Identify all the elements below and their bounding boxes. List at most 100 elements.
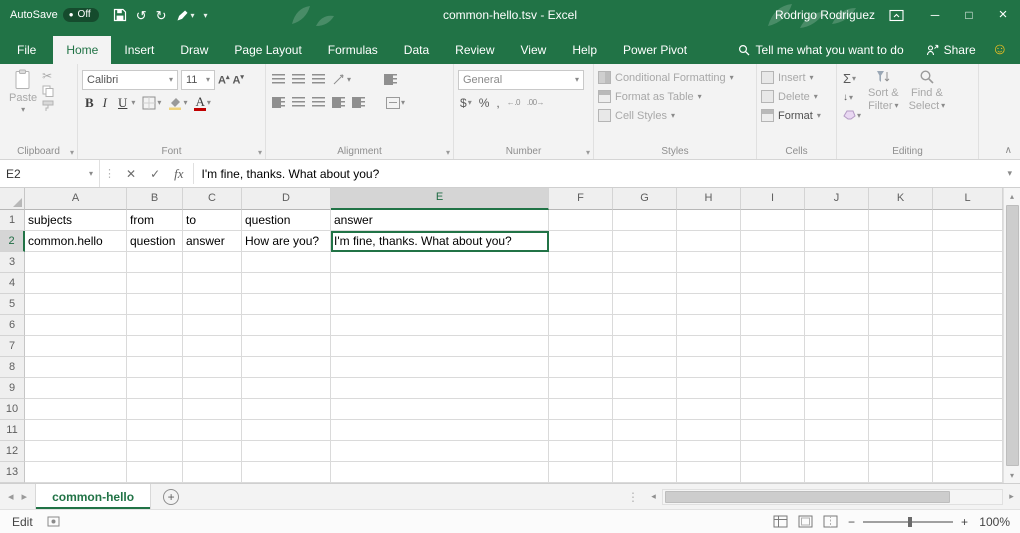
cell-J11[interactable] bbox=[805, 420, 869, 441]
cell-D10[interactable] bbox=[242, 399, 331, 420]
cell-J4[interactable] bbox=[805, 273, 869, 294]
cell-D12[interactable] bbox=[242, 441, 331, 462]
column-header-B[interactable]: B bbox=[127, 188, 183, 210]
cell-C5[interactable] bbox=[183, 294, 242, 315]
cell-G13[interactable] bbox=[613, 462, 677, 483]
normal-view-button[interactable] bbox=[773, 515, 788, 528]
cell-K2[interactable] bbox=[869, 231, 933, 252]
cell-L3[interactable] bbox=[933, 252, 1003, 273]
cell-D2[interactable]: How are you? bbox=[242, 231, 331, 252]
delete-cells-button[interactable]: Delete ▾ bbox=[761, 87, 832, 106]
cell-A10[interactable] bbox=[25, 399, 127, 420]
cell-E2[interactable]: I'm fine, thanks. What about you? bbox=[331, 231, 549, 252]
cell-D11[interactable] bbox=[242, 420, 331, 441]
cell-A8[interactable] bbox=[25, 357, 127, 378]
column-header-H[interactable]: H bbox=[677, 188, 741, 210]
cell-C4[interactable] bbox=[183, 273, 242, 294]
decrease-indent-button[interactable] bbox=[330, 93, 347, 113]
cell-C2[interactable]: answer bbox=[183, 231, 242, 252]
cell-E1[interactable]: answer bbox=[331, 210, 549, 231]
cancel-button[interactable]: ✕ bbox=[119, 160, 143, 187]
cell-styles-button[interactable]: Cell Styles ▾ bbox=[598, 106, 752, 125]
zoom-out-button[interactable]: − bbox=[848, 515, 855, 529]
cell-E3[interactable] bbox=[331, 252, 549, 273]
cell-I13[interactable] bbox=[741, 462, 805, 483]
cell-G5[interactable] bbox=[613, 294, 677, 315]
insert-function-button[interactable]: fx bbox=[167, 160, 190, 187]
format-cells-button[interactable]: Format ▾ bbox=[761, 106, 832, 125]
row-header-12[interactable]: 12 bbox=[0, 441, 25, 462]
cell-F2[interactable] bbox=[549, 231, 613, 252]
cell-B4[interactable] bbox=[127, 273, 183, 294]
page-break-view-button[interactable] bbox=[823, 515, 838, 528]
row-header-11[interactable]: 11 bbox=[0, 420, 25, 441]
row-header-6[interactable]: 6 bbox=[0, 315, 25, 336]
percent-format-button[interactable]: % bbox=[477, 93, 492, 113]
formula-bar-drag-handle[interactable]: ⋮ bbox=[100, 160, 119, 187]
cell-B1[interactable]: from bbox=[127, 210, 183, 231]
cell-A12[interactable] bbox=[25, 441, 127, 462]
cell-L9[interactable] bbox=[933, 378, 1003, 399]
cell-H10[interactable] bbox=[677, 399, 741, 420]
zoom-slider-thumb[interactable] bbox=[908, 517, 912, 527]
cell-C8[interactable] bbox=[183, 357, 242, 378]
clipboard-dialog-launcher-icon[interactable]: ▾ bbox=[70, 148, 74, 157]
cell-B8[interactable] bbox=[127, 357, 183, 378]
cell-G4[interactable] bbox=[613, 273, 677, 294]
column-header-C[interactable]: C bbox=[183, 188, 242, 210]
vertical-scrollbar[interactable]: ▴ ▾ bbox=[1003, 188, 1020, 483]
cell-I4[interactable] bbox=[741, 273, 805, 294]
increase-decimal-button[interactable]: ←.0 bbox=[505, 93, 522, 113]
paste-button[interactable]: Paste ▾ bbox=[4, 68, 42, 115]
autosave-toggle[interactable]: ● Off bbox=[63, 8, 99, 22]
number-format-combo[interactable]: General ▾ bbox=[458, 70, 584, 90]
copy-icon[interactable] bbox=[42, 85, 54, 97]
cell-I6[interactable] bbox=[741, 315, 805, 336]
cell-C3[interactable] bbox=[183, 252, 242, 273]
cell-F12[interactable] bbox=[549, 441, 613, 462]
row-header-8[interactable]: 8 bbox=[0, 357, 25, 378]
cell-B11[interactable] bbox=[127, 420, 183, 441]
cell-F1[interactable] bbox=[549, 210, 613, 231]
row-header-4[interactable]: 4 bbox=[0, 273, 25, 294]
cell-A2[interactable]: common.hello bbox=[25, 231, 127, 252]
currency-format-button[interactable]: $ ▾ bbox=[458, 93, 474, 113]
cell-E4[interactable] bbox=[331, 273, 549, 294]
column-header-G[interactable]: G bbox=[613, 188, 677, 210]
cell-K13[interactable] bbox=[869, 462, 933, 483]
maximize-button[interactable]: □ bbox=[952, 0, 986, 30]
cell-E8[interactable] bbox=[331, 357, 549, 378]
cell-J3[interactable] bbox=[805, 252, 869, 273]
zoom-slider[interactable] bbox=[863, 521, 953, 523]
number-dialog-launcher-icon[interactable]: ▾ bbox=[586, 148, 590, 157]
fill-button[interactable]: ↓ ▾ bbox=[841, 89, 863, 105]
align-top-button[interactable] bbox=[270, 70, 287, 90]
cell-L4[interactable] bbox=[933, 273, 1003, 294]
account-name[interactable]: Rodrigo Rodriguez bbox=[775, 8, 875, 22]
cell-G2[interactable] bbox=[613, 231, 677, 252]
sheet-tab-common-hello[interactable]: common-hello bbox=[35, 484, 151, 509]
tab-help[interactable]: Help bbox=[559, 36, 610, 64]
font-size-combo[interactable]: 11 ▾ bbox=[181, 70, 215, 90]
cell-F11[interactable] bbox=[549, 420, 613, 441]
cell-I2[interactable] bbox=[741, 231, 805, 252]
comma-format-button[interactable]: , bbox=[494, 93, 501, 113]
column-header-A[interactable]: A bbox=[25, 188, 127, 210]
cell-B7[interactable] bbox=[127, 336, 183, 357]
tab-review[interactable]: Review bbox=[442, 36, 507, 64]
cell-L11[interactable] bbox=[933, 420, 1003, 441]
cell-A9[interactable] bbox=[25, 378, 127, 399]
fill-color-button[interactable]: ▾ bbox=[166, 93, 189, 113]
macro-record-button[interactable] bbox=[47, 516, 60, 527]
tab-draw[interactable]: Draw bbox=[167, 36, 221, 64]
cell-A1[interactable]: subjects bbox=[25, 210, 127, 231]
cell-D3[interactable] bbox=[242, 252, 331, 273]
row-header-2[interactable]: 2 bbox=[0, 231, 25, 252]
bold-button[interactable]: B bbox=[82, 95, 97, 111]
cell-F10[interactable] bbox=[549, 399, 613, 420]
font-name-combo[interactable]: Calibri ▾ bbox=[82, 70, 178, 90]
scroll-left-icon[interactable]: ◂ bbox=[645, 491, 662, 502]
cell-B10[interactable] bbox=[127, 399, 183, 420]
cell-J7[interactable] bbox=[805, 336, 869, 357]
scroll-down-icon[interactable]: ▾ bbox=[1004, 467, 1020, 483]
